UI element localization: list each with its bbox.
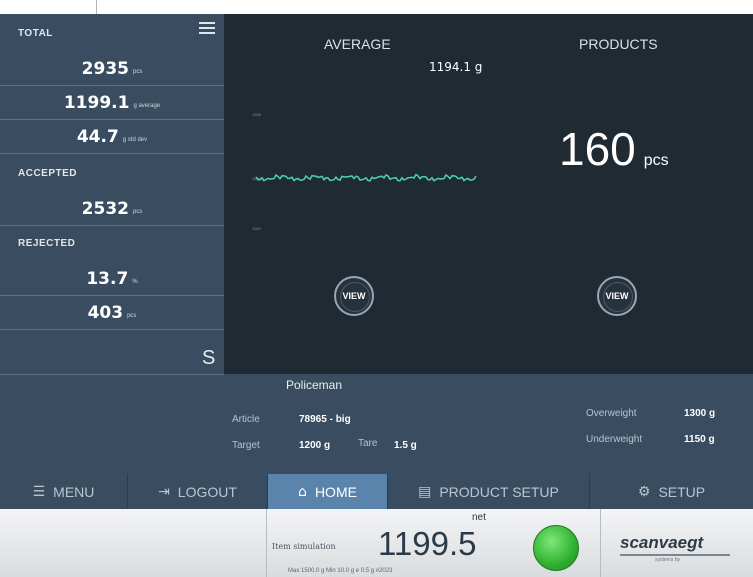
accepted-pcs-row: 2532 pcs [0,192,224,226]
menu-icon: ☰ [32,483,46,500]
nav-logout[interactable]: ⇥ LOGOUT [128,474,268,509]
nav-menu[interactable]: ☰ MENU [0,474,128,509]
scale-limits: Max 1500.0 g Min 10.0 g e 0.5 g #2023 [288,568,393,574]
rejected-label: REJECTED [18,238,76,249]
nav-logout-label: LOGOUT [177,483,237,500]
total-pcs-unit: pcs [132,68,143,75]
product-setup-icon: ▤ [418,483,432,500]
total-label: TOTAL [18,28,53,39]
mode-indicator: S [202,347,216,369]
item-simulation-label: Item simulation [272,542,336,551]
trend-y-axis: 130012001100 [252,112,262,231]
average-row: 1199.1 g average [0,86,224,120]
rejected-pcs-value: 403 [87,302,124,323]
net-label: net [472,512,486,523]
logo-subtitle: systems by [655,557,681,563]
average-trend-line [255,173,477,182]
logo-underline [620,554,730,556]
average-title: AVERAGE [324,36,391,52]
article-value: 78965 - big [299,414,351,425]
nav-product-setup[interactable]: ▤ PRODUCT SETUP [388,474,590,509]
nav-setup-label: SETUP [658,483,706,500]
average-current-value: 1194.1 g [429,60,483,74]
products-title: PRODUCTS [579,36,658,52]
trend-y-tick: 1100 [252,226,261,231]
std-dev-unit: g std dev [122,136,148,143]
accepted-pcs-unit: pcs [132,208,143,215]
std-dev-value: 44.7 [76,126,119,147]
average-value: 1199.1 [63,92,130,113]
logout-icon: ⇥ [158,483,170,500]
article-label: Article [232,414,260,425]
tare-label: Tare [358,438,378,449]
rejected-pcs-row: 403 pcs [0,296,224,330]
nav-product-setup-label: PRODUCT SETUP [439,483,559,500]
gear-icon: ⚙ [637,483,651,500]
nav-setup[interactable]: ⚙ SETUP [590,474,753,509]
total-pcs-row: 2935 pcs [0,52,224,86]
overweight-value: 1300 g [684,408,716,419]
trend-y-tick: 1300 [252,112,262,117]
products-view-button[interactable]: VIEW [597,276,637,316]
hamburger-menu-icon[interactable] [199,22,215,34]
scale-status-bar: Item simulation net 1199.5 Max 1500.0 g … [0,509,753,577]
rejected-pct-row: 13.7 % [0,262,224,296]
monitor-panel: AVERAGE PRODUCTS 1194.1 g 130012001100 0… [224,14,753,374]
target-label: Target [232,440,260,451]
scanvaegt-logo: scanvaegt [620,533,704,552]
products-count-unit: pcs [643,152,669,169]
status-led-indicator [533,525,579,571]
home-icon: ⌂ [298,483,307,500]
product-info-panel: Policeman Article 78965 - big Target 120… [224,374,753,474]
average-trend-chart: 130012001100 01234567891011121314 [252,112,477,231]
scale-divider-left [266,509,267,577]
bottom-navigation: ☰ MENU ⇥ LOGOUT ⌂ HOME ▤ PRODUCT SETUP ⚙… [0,474,753,509]
target-value: 1200 g [299,440,331,451]
products-count-value: 160 [559,123,636,175]
top-strip [0,0,753,14]
rejected-pct-value: 13.7 [86,268,129,289]
average-unit: g average [133,102,161,109]
average-view-button[interactable]: VIEW [334,276,374,316]
statistics-panel: TOTAL 2935 pcs 1199.1 g average 44.7 g s… [0,14,224,374]
accepted-pcs-value: 2532 [81,198,129,219]
std-dev-row: 44.7 g std dev [0,120,224,154]
tare-value: 1.5 g [394,440,417,451]
nav-home[interactable]: ⌂ HOME [268,474,388,509]
underweight-value: 1150 g [684,434,715,445]
nav-menu-label: MENU [53,483,95,500]
accepted-label: ACCEPTED [18,168,78,179]
rejected-pcs-unit: pcs [127,312,137,319]
weight-reading: 1199.5 [378,525,477,562]
info-band-left [0,374,224,474]
nav-home-label: HOME [314,483,357,500]
top-divider [96,0,97,14]
rejected-pct-unit: % [132,278,138,285]
overweight-label: Overweight [586,408,637,419]
total-pcs-value: 2935 [81,58,129,79]
products-count: 160 pcs [559,122,669,176]
underweight-label: Underweight [586,434,643,445]
product-name: Policeman [286,378,343,392]
scale-divider-right [600,509,601,577]
